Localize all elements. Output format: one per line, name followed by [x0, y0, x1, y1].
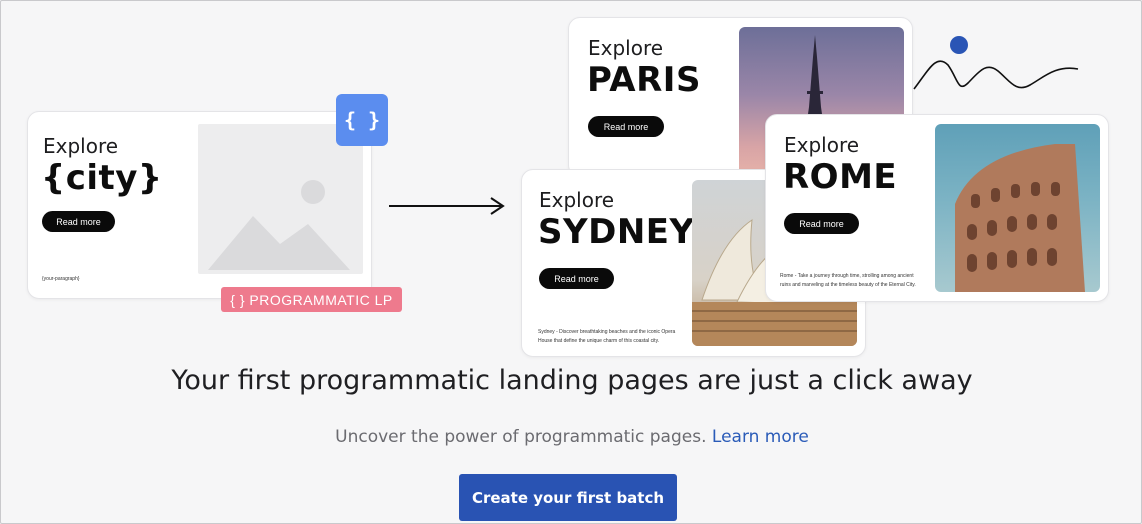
rome-paragraph: Rome - Take a journey through time, stro… [780, 273, 916, 288]
sydney-explore-label: Explore [539, 188, 615, 212]
sydney-read-more-button: Read more [539, 268, 614, 289]
arrow-right-icon [389, 197, 505, 215]
template-city-placeholder: {city} [41, 158, 163, 198]
create-first-batch-button[interactable]: Create your first batch [459, 474, 677, 521]
sydney-paragraph: Sydney - Discover breathtaking beaches a… [538, 329, 676, 344]
rome-explore-label: Explore [784, 133, 860, 157]
subline-text: Uncover the power of programmatic pages. [335, 427, 707, 447]
template-explore-label: Explore [43, 134, 119, 158]
rome-card: Explore ROME Read more Rome - Take a jou… [765, 114, 1109, 302]
empty-state-panel: Explore {city} Read more {your-paragraph… [0, 0, 1142, 524]
page-headline: Your first programmatic landing pages ar… [171, 365, 973, 396]
code-braces-badge: { } [336, 94, 388, 146]
rome-title: ROME [783, 157, 898, 197]
decorative-squiggle [913, 36, 1079, 90]
template-paragraph-placeholder: {your-paragraph} [42, 276, 80, 282]
template-read-more-button: Read more [42, 211, 115, 232]
paris-title: PARIS [587, 60, 701, 100]
rome-read-more-button: Read more [784, 213, 859, 234]
template-card: Explore {city} Read more {your-paragraph… [27, 111, 372, 299]
image-placeholder-icon [198, 124, 363, 274]
learn-more-link[interactable]: Learn more [712, 427, 809, 447]
paris-explore-label: Explore [588, 36, 664, 60]
sydney-title: SYDNEY [538, 212, 695, 252]
page-subline: Uncover the power of programmatic pages.… [1, 427, 1141, 447]
paris-read-more-button: Read more [588, 116, 664, 137]
rome-photo [935, 124, 1100, 292]
programmatic-lp-badge: { } PROGRAMMATIC LP [221, 287, 402, 312]
